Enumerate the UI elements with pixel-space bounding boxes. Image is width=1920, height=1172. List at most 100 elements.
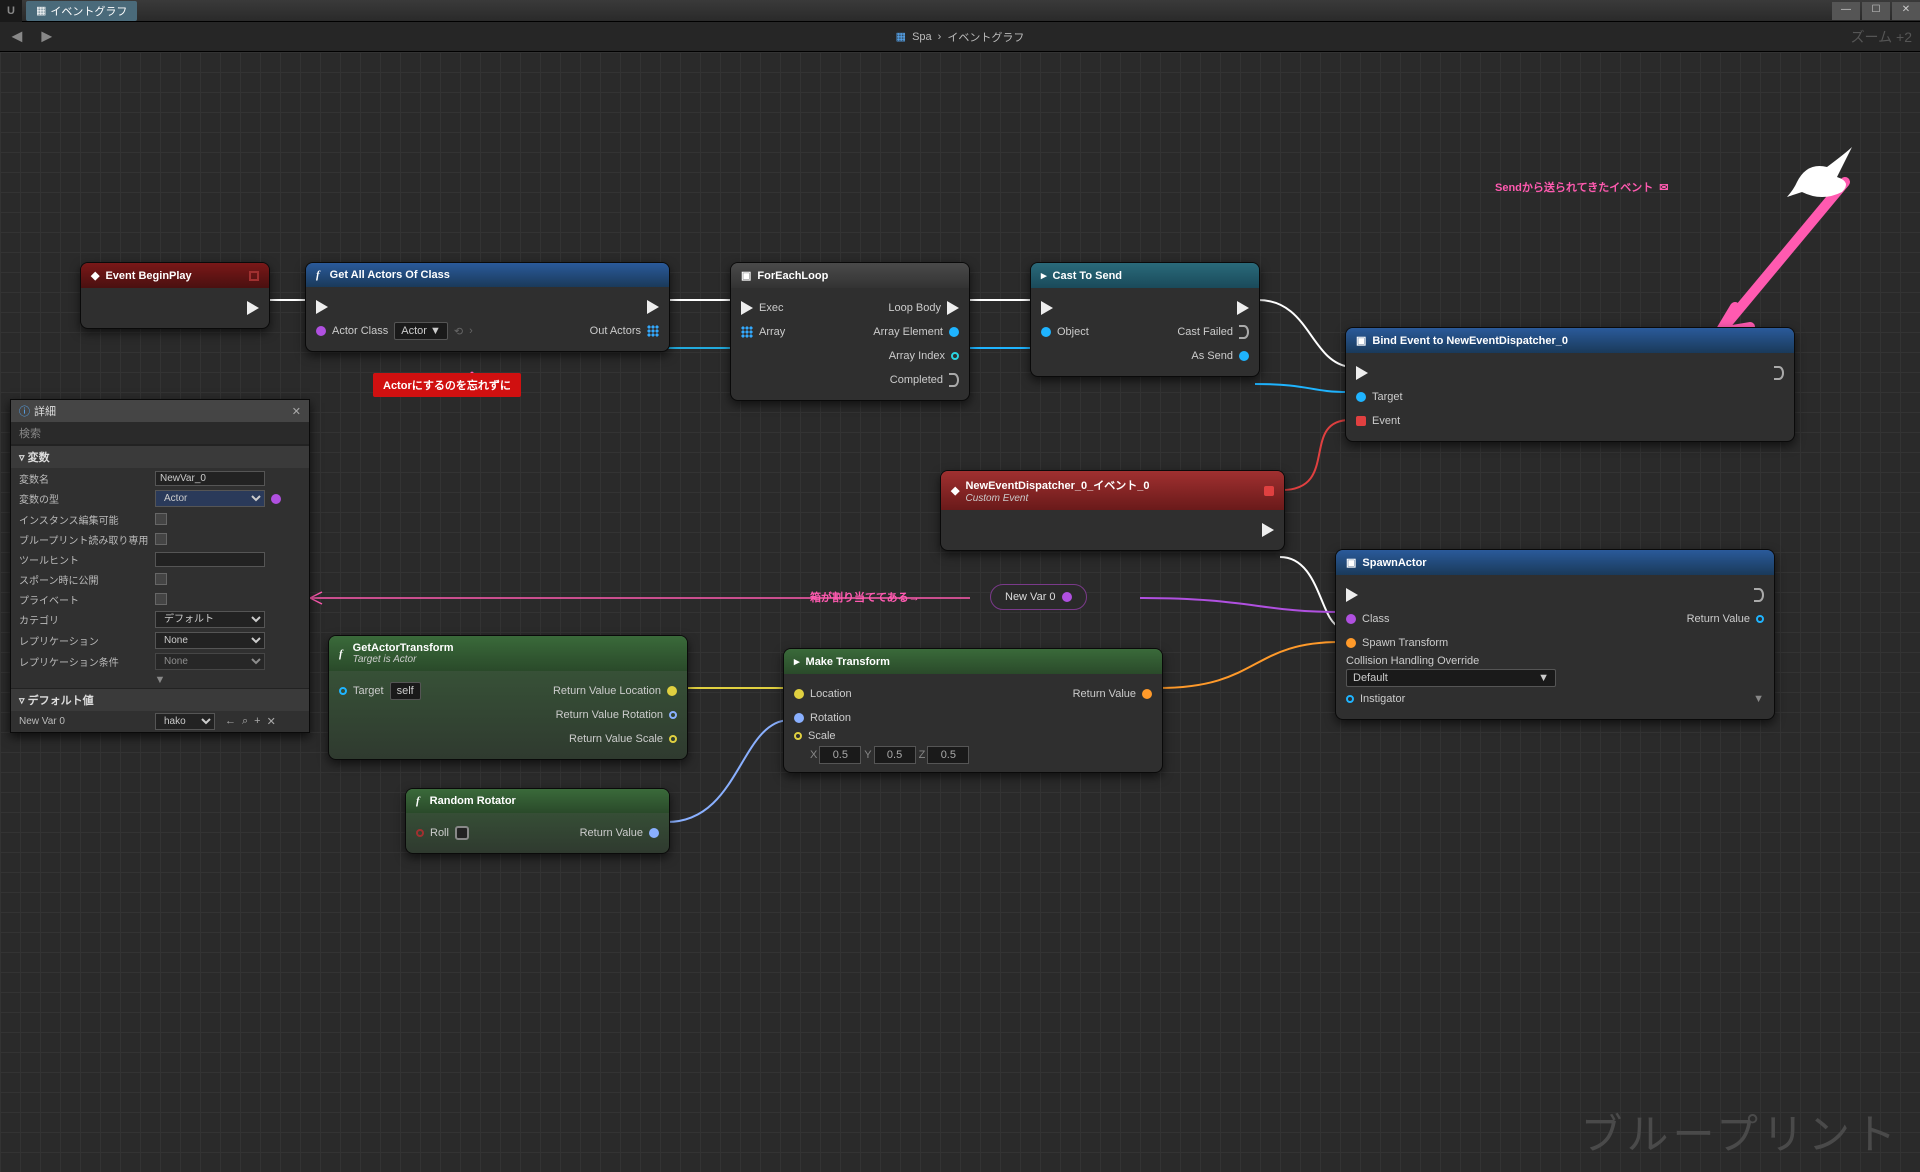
exec-in[interactable] bbox=[1346, 588, 1358, 602]
exec-in[interactable]: Exec bbox=[741, 301, 783, 315]
rotation-pin[interactable]: Rotation bbox=[794, 712, 851, 724]
instigator-pin[interactable]: Instigator bbox=[1346, 693, 1405, 705]
return-value-pin[interactable]: Return Value bbox=[1687, 613, 1764, 625]
actor-class-pin[interactable]: Actor Class Actor ▼ ⟲ › bbox=[316, 322, 473, 340]
loop-body-pin[interactable]: Loop Body bbox=[888, 301, 959, 315]
titlebar: U ▦ イベントグラフ — ☐ ✕ bbox=[0, 0, 1920, 22]
exec-in[interactable] bbox=[1041, 301, 1053, 315]
maximize-button[interactable]: ☐ bbox=[1862, 2, 1890, 20]
exec-out[interactable] bbox=[647, 300, 659, 314]
details-panel[interactable]: ⓘ 詳細 ✕ 検索 ▿ 変数 変数名 変数の型 Actor インスタンス編集可能… bbox=[10, 399, 310, 733]
node-title: Cast To Send bbox=[1053, 270, 1122, 282]
var-type-select[interactable]: Actor bbox=[155, 490, 265, 507]
macro-icon: ▣ bbox=[741, 269, 751, 282]
private-check[interactable] bbox=[155, 593, 167, 605]
scale-x-input[interactable] bbox=[819, 746, 861, 764]
rv-scale-pin[interactable]: Return Value Scale bbox=[569, 733, 677, 745]
node-title: ForEachLoop bbox=[757, 270, 828, 282]
exec-out[interactable] bbox=[1774, 366, 1784, 380]
var-out-pin[interactable] bbox=[1062, 592, 1072, 602]
panel-close[interactable]: ✕ bbox=[292, 405, 301, 418]
function-icon: ▣ bbox=[1346, 556, 1356, 569]
scale-z-input[interactable] bbox=[927, 746, 969, 764]
target-pin[interactable]: Target self bbox=[339, 682, 421, 700]
replication-select[interactable]: None bbox=[155, 632, 265, 649]
node-subtitle: Custom Event bbox=[965, 493, 1149, 504]
spawn-transform-pin[interactable]: Spawn Transform bbox=[1346, 637, 1448, 649]
close-button[interactable]: ✕ bbox=[1892, 2, 1920, 20]
array-element-pin[interactable]: Array Element bbox=[873, 326, 959, 338]
node-foreach[interactable]: ▣ ForEachLoop Exec Loop Body Array Array … bbox=[730, 262, 970, 401]
panel-search[interactable]: 検索 bbox=[11, 422, 309, 445]
node-spawn-actor[interactable]: ▣SpawnActor Class Return Value Spawn Tra… bbox=[1335, 549, 1775, 720]
minimize-button[interactable]: — bbox=[1832, 2, 1860, 20]
find-icon[interactable]: ⌕ bbox=[242, 715, 248, 728]
rv-location-pin[interactable]: Return Value Location bbox=[553, 685, 677, 697]
expand-advanced[interactable]: ▼ bbox=[11, 672, 309, 688]
location-pin[interactable]: Location bbox=[794, 688, 852, 700]
default-value-select[interactable]: hako bbox=[155, 713, 215, 730]
collision-dropdown[interactable]: Default▼ bbox=[1346, 669, 1556, 687]
array-pin[interactable]: Array bbox=[741, 326, 785, 338]
node-get-actor-transform[interactable]: f GetActorTransform Target is Actor Targ… bbox=[328, 635, 688, 760]
return-value-pin[interactable]: Return Value bbox=[1073, 688, 1152, 700]
add-icon[interactable]: + bbox=[254, 715, 260, 728]
function-icon: f bbox=[339, 648, 343, 660]
return-value-pin[interactable]: Return Value bbox=[580, 827, 659, 839]
panel-title: ⓘ 詳細 ✕ bbox=[11, 400, 309, 422]
node-get-all-actors[interactable]: fGet All Actors Of Class Actor Class Act… bbox=[305, 262, 670, 352]
node-bind-event[interactable]: ▣Bind Event to NewEventDispatcher_0 Targ… bbox=[1345, 327, 1795, 442]
expand-icon[interactable]: ▼ bbox=[1753, 693, 1764, 705]
tab-label: イベントグラフ bbox=[50, 3, 127, 19]
variable-get-node[interactable]: New Var 0 bbox=[990, 584, 1087, 610]
exec-in[interactable] bbox=[316, 300, 328, 314]
target-pin[interactable]: Target bbox=[1356, 391, 1403, 403]
exec-out[interactable] bbox=[1262, 523, 1274, 537]
editor-tab[interactable]: ▦ イベントグラフ bbox=[26, 1, 137, 21]
var-name-input[interactable] bbox=[155, 471, 265, 486]
node-event-beginplay[interactable]: ◆Event BeginPlay bbox=[80, 262, 270, 329]
exec-out[interactable] bbox=[1237, 301, 1249, 315]
array-index-pin[interactable]: Array Index bbox=[889, 350, 959, 362]
object-pin[interactable]: Object bbox=[1041, 326, 1089, 338]
exec-out[interactable] bbox=[1754, 588, 1764, 602]
node-custom-event[interactable]: ◆ NewEventDispatcher_0_イベント_0 Custom Eve… bbox=[940, 470, 1285, 551]
rv-rotation-pin[interactable]: Return Value Rotation bbox=[556, 709, 677, 721]
reset-icon[interactable]: ← bbox=[225, 715, 236, 728]
bp-name[interactable]: Spa bbox=[912, 31, 932, 43]
instance-editable-check[interactable] bbox=[155, 513, 167, 525]
scale-y-input[interactable] bbox=[874, 746, 916, 764]
as-send-pin[interactable]: As Send bbox=[1191, 350, 1249, 362]
section-variable: ▿ 変数 bbox=[11, 445, 309, 468]
cast-icon: ▸ bbox=[1041, 269, 1047, 282]
node-title: Bind Event to NewEventDispatcher_0 bbox=[1372, 335, 1568, 347]
repcond-select[interactable]: None bbox=[155, 653, 265, 670]
event-pin[interactable]: Event bbox=[1356, 415, 1400, 427]
nav-back[interactable]: ◄ bbox=[8, 26, 26, 47]
readonly-check[interactable] bbox=[155, 533, 167, 545]
category-select[interactable]: デフォルト bbox=[155, 611, 265, 628]
reset-icon[interactable]: ⟲ bbox=[454, 325, 463, 338]
actor-class-dropdown[interactable]: Actor ▼ bbox=[394, 322, 448, 340]
roll-checkbox[interactable] bbox=[455, 826, 469, 840]
exec-in[interactable] bbox=[1356, 366, 1368, 380]
delegate-out-pin[interactable] bbox=[1264, 486, 1274, 496]
graph-canvas[interactable]: ◆Event BeginPlay fGet All Actors Of Clas… bbox=[0, 52, 1920, 1172]
expose-spawn-check[interactable] bbox=[155, 573, 167, 585]
scale-pin[interactable]: Scale bbox=[794, 730, 836, 742]
node-make-transform[interactable]: ▸Make Transform Location Return Value Ro… bbox=[783, 648, 1163, 773]
browse-icon[interactable]: › bbox=[469, 325, 473, 337]
node-cast-to-send[interactable]: ▸ Cast To Send Object Cast Failed As Send bbox=[1030, 262, 1260, 377]
cast-failed-pin[interactable]: Cast Failed bbox=[1177, 325, 1249, 339]
tooltip-input[interactable] bbox=[155, 552, 265, 567]
section-default: ▿ デフォルト値 bbox=[11, 688, 309, 711]
node-random-rotator[interactable]: fRandom Rotator Roll Return Value bbox=[405, 788, 670, 854]
nav-forward[interactable]: ► bbox=[38, 26, 56, 47]
out-actors-pin[interactable]: Out Actors bbox=[590, 325, 659, 337]
roll-pin[interactable]: Roll bbox=[416, 826, 469, 840]
clear-icon[interactable]: ✕ bbox=[267, 715, 276, 728]
class-pin[interactable]: Class bbox=[1346, 613, 1390, 625]
graph-name[interactable]: イベントグラフ bbox=[947, 29, 1024, 45]
exec-out[interactable] bbox=[247, 301, 259, 315]
completed-pin[interactable]: Completed bbox=[890, 373, 959, 387]
